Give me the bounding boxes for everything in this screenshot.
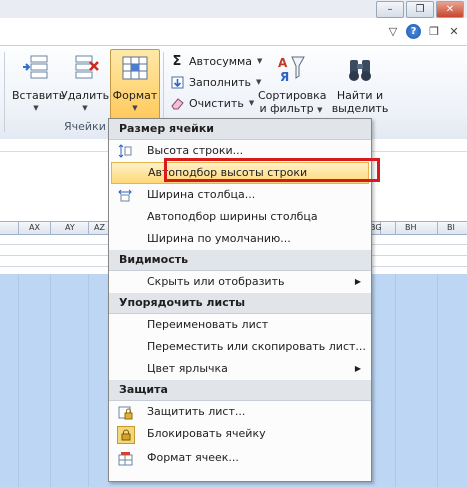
clear-label: Очистить — [189, 96, 244, 110]
menu-item-label: Скрыть или отобразить — [147, 275, 285, 288]
column-header[interactable]: AX — [29, 223, 40, 232]
ribbon-separator — [4, 52, 5, 132]
menu-item-label: Ширина по умолчанию... — [147, 232, 291, 245]
lock-icon — [117, 426, 135, 444]
protect-sheet-icon — [117, 404, 133, 420]
restore-window-icon[interactable]: ❐ — [427, 25, 441, 39]
sort-filter-button[interactable]: АЯ Сортировка и фильтр ▼ — [258, 52, 327, 117]
submenu-arrow-icon: ▶ — [354, 277, 361, 286]
column-width-icon — [117, 187, 133, 203]
svg-text:Я: Я — [280, 70, 289, 84]
menu-item-move-copy-sheet[interactable]: Переместить или скопировать лист... — [109, 336, 371, 358]
menu-item-label: Высота строки... — [147, 144, 244, 157]
menu-item-label: Блокировать ячейку — [147, 427, 266, 440]
cells-group-label: Ячейки — [64, 120, 106, 133]
column-header[interactable]: BI — [447, 223, 455, 232]
find-label: Найти и — [336, 89, 384, 102]
delete-button[interactable]: Удалить ▼ — [61, 52, 109, 115]
menu-item-label: Защитить лист... — [147, 405, 246, 418]
format-cells-icon — [117, 450, 133, 466]
fill-label: Заполнить — [189, 75, 251, 89]
menu-item-label: Автоподбор ширины столбца — [147, 210, 318, 223]
menu-item-label: Формат ячеек... — [147, 451, 239, 464]
ribbon-window-controls: ▽ ? ❐ ✕ — [386, 24, 461, 39]
menu-item-autofit-column-width[interactable]: Автоподбор ширины столбца — [109, 206, 371, 228]
cell-gridline — [88, 274, 89, 487]
eraser-icon — [170, 96, 184, 110]
menu-item-lock-cell[interactable]: Блокировать ячейку — [109, 423, 371, 445]
format-cells-grid-icon — [120, 54, 150, 84]
close-workbook-icon[interactable]: ✕ — [447, 25, 461, 39]
menu-item-protect-sheet[interactable]: Защитить лист... — [109, 401, 371, 423]
chevron-down-icon: ▼ — [82, 104, 88, 112]
menu-item-label: Цвет ярлычка — [147, 362, 228, 375]
column-divider — [395, 222, 396, 234]
clear-button[interactable]: Очистить ▼ — [170, 94, 254, 112]
insert-button[interactable]: Вставить ▼ — [12, 52, 65, 115]
fill-button[interactable]: Заполнить ▼ — [170, 73, 261, 91]
minimize-button[interactable]: – — [376, 1, 404, 18]
column-divider — [18, 222, 19, 234]
autosum-button[interactable]: Σ Автосумма ▼ — [170, 52, 263, 70]
column-divider — [50, 222, 51, 234]
cell-gridline — [437, 274, 438, 487]
sort-label-line2: и фильтр — [259, 102, 314, 115]
cell-gridline — [395, 274, 396, 487]
svg-text:А: А — [278, 56, 288, 70]
close-button[interactable]: ✕ — [436, 1, 464, 18]
delete-cells-icon — [70, 54, 100, 84]
chevron-down-icon: ▼ — [132, 104, 138, 112]
cell-gridline — [18, 274, 19, 487]
column-divider — [88, 222, 89, 234]
find-label-line2: выделить — [331, 102, 389, 115]
menu-item-rename-sheet[interactable]: Переименовать лист — [109, 314, 371, 336]
sigma-icon: Σ — [172, 53, 182, 69]
menu-item-default-width[interactable]: Ширина по умолчанию... — [109, 228, 371, 250]
format-button[interactable]: Формат ▼ — [110, 49, 160, 122]
window-titlebar: – ❐ ✕ — [0, 0, 467, 18]
restore-button[interactable]: ❐ — [406, 1, 434, 18]
minimize-ribbon-icon[interactable]: ▽ — [386, 25, 400, 39]
menu-section-header: Упорядочить листы — [109, 293, 371, 314]
help-icon[interactable]: ? — [406, 24, 421, 39]
menu-section-header: Видимость — [109, 250, 371, 271]
column-header[interactable]: BH — [405, 223, 417, 232]
menu-item-label: Переместить или скопировать лист... — [147, 340, 366, 353]
autosum-label: Автосумма — [189, 54, 253, 68]
cell-gridline — [50, 274, 51, 487]
menu-item-label: Переименовать лист — [147, 318, 269, 331]
column-header[interactable]: AZ — [94, 223, 105, 232]
column-divider — [437, 222, 438, 234]
menu-section-header: Размер ячейки — [109, 119, 371, 140]
menu-item-hide-unhide[interactable]: Скрыть или отобразить ▶ — [109, 271, 371, 293]
highlight-annotation-box — [164, 158, 380, 182]
submenu-arrow-icon: ▶ — [354, 364, 361, 373]
menu-section-header: Защита — [109, 380, 371, 401]
menu-item-tab-color[interactable]: Цвет ярлычка ▶ — [109, 358, 371, 380]
chevron-down-icon: ▼ — [33, 104, 39, 112]
menu-item-label: Ширина столбца... — [147, 188, 256, 201]
fill-down-icon — [170, 75, 184, 89]
menu-item-column-width[interactable]: Ширина столбца... — [109, 184, 371, 206]
chevron-down-icon: ▼ — [317, 106, 323, 114]
sort-filter-icon: АЯ — [276, 54, 306, 84]
sort-label: Сортировка — [258, 89, 327, 102]
binoculars-icon — [345, 54, 375, 84]
menu-item-format-cells[interactable]: Формат ячеек... — [109, 447, 371, 469]
chevron-down-icon: ▼ — [248, 99, 255, 107]
column-header[interactable]: AY — [65, 223, 75, 232]
row-height-icon — [117, 143, 133, 159]
insert-cells-icon — [21, 54, 51, 84]
format-label: Формат — [112, 89, 158, 102]
delete-label: Удалить — [61, 89, 110, 102]
insert-label: Вставить — [12, 89, 66, 102]
